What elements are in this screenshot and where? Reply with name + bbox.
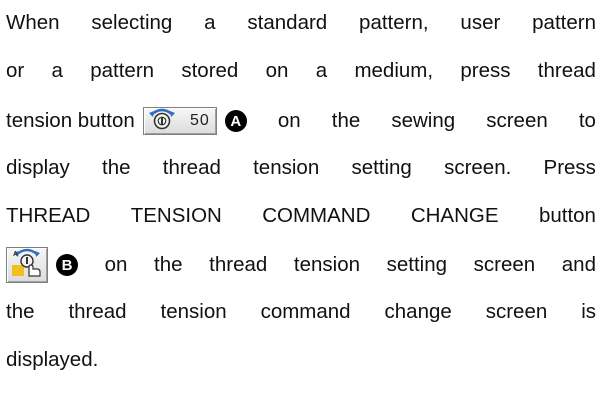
word: Press — [543, 156, 596, 179]
word: the — [6, 300, 35, 323]
word: command — [260, 300, 351, 323]
word: or — [6, 59, 25, 82]
word: is — [581, 300, 596, 323]
word: change — [384, 300, 452, 323]
text-line-7: the thread tension command change screen… — [6, 299, 596, 325]
text-line-3: tension button 50 A on the sewing screen… — [6, 107, 596, 135]
word: CHANGE — [410, 204, 499, 227]
word: the — [154, 253, 183, 276]
word: a — [315, 59, 328, 82]
word: a — [51, 59, 63, 82]
word: sewing — [391, 109, 456, 132]
word: press — [460, 59, 511, 82]
word: TENSION — [130, 204, 222, 227]
word: display — [6, 156, 70, 179]
word: screen. — [444, 156, 512, 179]
text-line-4: display the thread tension setting scree… — [6, 155, 596, 181]
word: COMMAND — [262, 204, 371, 227]
word: THREAD — [6, 204, 91, 227]
word: thread — [68, 300, 127, 323]
thread-tension-button[interactable]: 50 — [142, 106, 217, 137]
word: on — [277, 109, 301, 132]
word: setting — [386, 253, 448, 276]
svg-text:A: A — [13, 251, 18, 258]
word: tension — [293, 253, 360, 276]
word: pattern — [90, 59, 155, 82]
word: the — [331, 109, 361, 132]
text-line-6: A B on the thread tension setting screen… — [6, 245, 596, 285]
word: pattern — [532, 11, 596, 34]
word: thread — [162, 156, 221, 179]
word: tension — [160, 300, 227, 323]
word: to — [578, 109, 596, 132]
word: screen — [473, 253, 536, 276]
thread-tension-command-change-icon: A — [11, 247, 43, 284]
word: selecting — [91, 11, 173, 34]
text-line-1: When selecting a standard pattern, user … — [6, 10, 596, 36]
word: tension button — [6, 109, 135, 132]
text-line-2: or a pattern stored on a medium, press t… — [6, 58, 596, 84]
text-line-5: THREAD TENSION COMMAND CHANGE button — [6, 203, 596, 229]
line6-left: A B — [6, 247, 78, 283]
callout-badge-b: B — [56, 254, 78, 276]
word: thread — [537, 59, 596, 82]
word: tension — [253, 156, 320, 179]
word: pattern, — [359, 11, 429, 34]
word: on — [104, 253, 128, 276]
manual-paragraph: When selecting a standard pattern, user … — [0, 0, 600, 394]
word: the — [102, 156, 131, 179]
word: displayed. — [6, 348, 99, 371]
line3-left: tension button 50 A — [6, 107, 247, 135]
word: on — [265, 59, 289, 82]
word: a — [204, 11, 216, 34]
word: and — [561, 253, 596, 276]
word: user — [460, 11, 501, 34]
word: button — [538, 204, 596, 227]
thread-tension-command-change-button[interactable]: A — [6, 247, 48, 283]
word: standard — [247, 11, 328, 34]
word: screen — [485, 300, 548, 323]
word: thread — [209, 253, 268, 276]
word: setting — [351, 156, 412, 179]
text-line-8: displayed. — [6, 347, 596, 373]
thread-tension-dial-icon — [147, 106, 177, 137]
word: stored — [181, 59, 239, 82]
thread-tension-value: 50 — [190, 112, 210, 129]
callout-badge-a: A — [224, 110, 247, 132]
word: When — [6, 11, 60, 34]
word: screen — [486, 109, 548, 132]
word: medium, — [354, 59, 434, 82]
